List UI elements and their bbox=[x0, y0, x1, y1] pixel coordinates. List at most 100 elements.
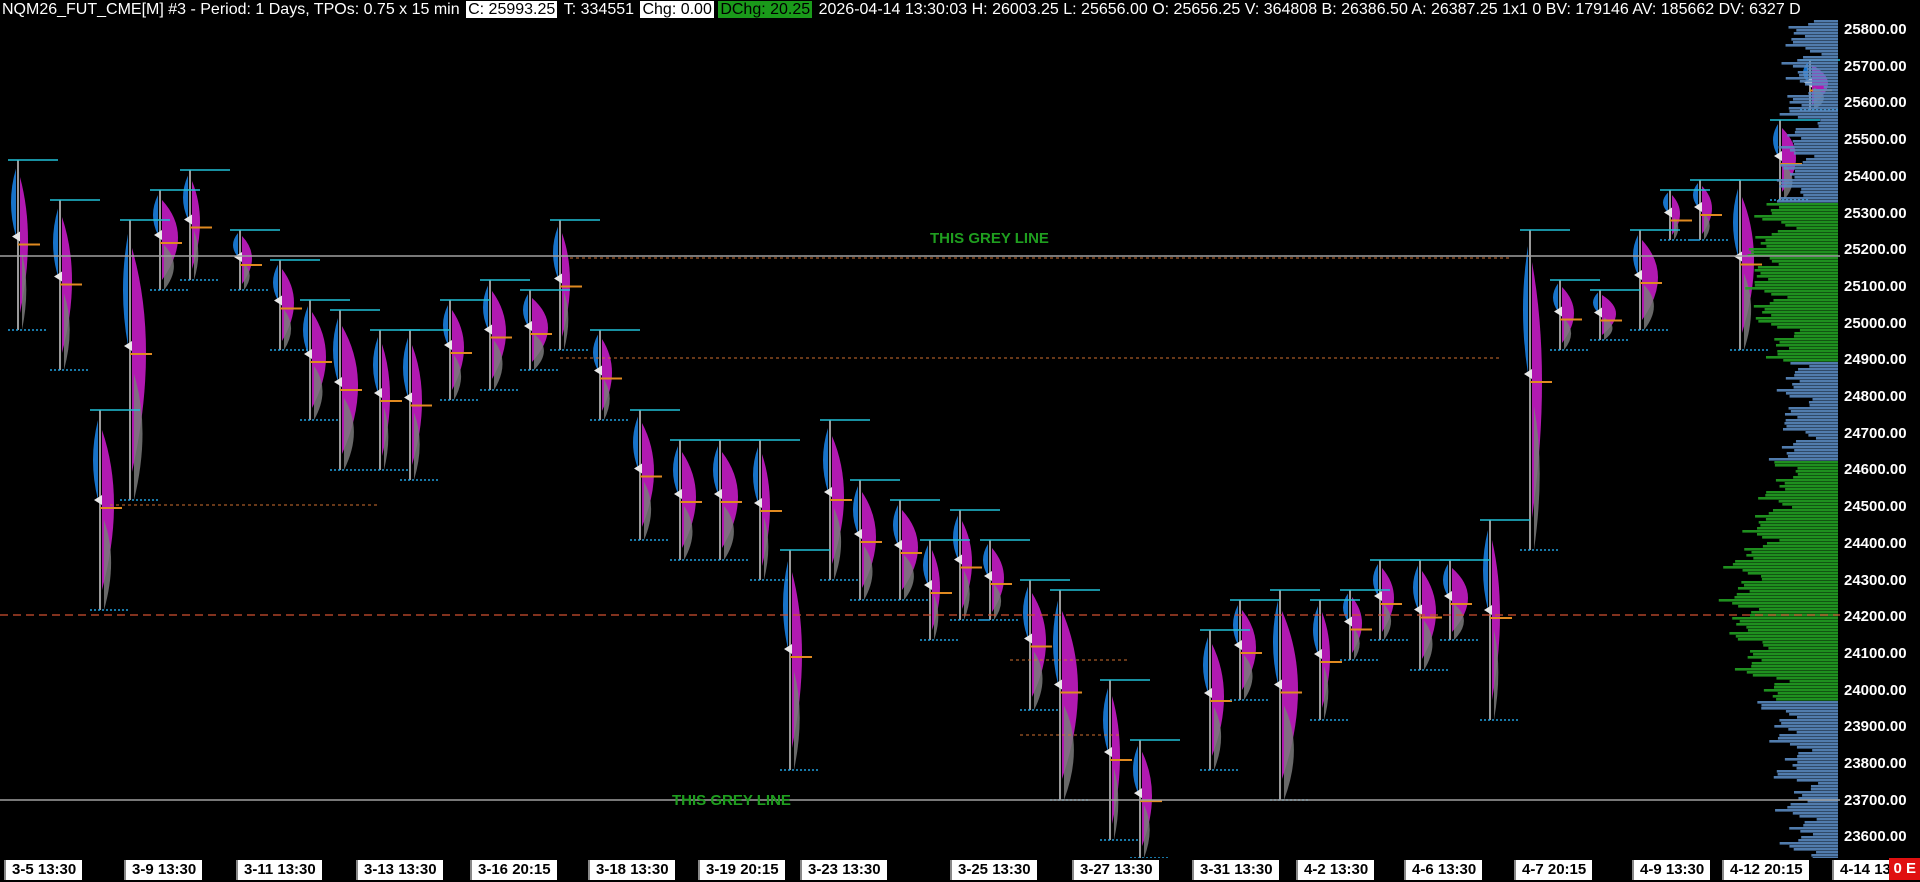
time-label: 4-2 13:30 bbox=[1296, 860, 1375, 880]
volume-bar bbox=[1795, 470, 1838, 473]
volume-bar bbox=[1736, 593, 1838, 596]
volume-bar bbox=[1774, 464, 1838, 467]
volume-bar bbox=[1813, 20, 1838, 23]
volume-bar bbox=[1812, 89, 1838, 92]
level-lines bbox=[8, 59, 1840, 858]
chart-area[interactable] bbox=[0, 0, 1840, 858]
status-tag: 0 E bbox=[1889, 858, 1920, 880]
volume-bar bbox=[1765, 356, 1838, 359]
tpo-blue-shape bbox=[1483, 530, 1488, 610]
time-label: 3-19 20:15 bbox=[698, 860, 785, 880]
volume-bar bbox=[1753, 653, 1838, 656]
volume-bar bbox=[1769, 302, 1838, 305]
price-label: 23800.00 bbox=[1844, 755, 1907, 772]
volume-bar bbox=[1790, 410, 1838, 413]
volume-bar bbox=[1741, 581, 1838, 584]
volume-bar bbox=[1718, 599, 1838, 602]
volume-bar bbox=[1794, 449, 1838, 452]
volume-bar bbox=[1761, 704, 1838, 707]
volume-bar bbox=[1792, 383, 1838, 386]
volume-bar bbox=[1798, 752, 1838, 755]
volume-bar bbox=[1784, 422, 1838, 425]
volume-bar bbox=[1762, 641, 1838, 644]
volume-bar bbox=[1785, 44, 1838, 47]
tpo-blue-shape bbox=[1693, 183, 1698, 207]
volume-bar bbox=[1778, 263, 1838, 266]
volume-bar bbox=[1737, 587, 1838, 590]
volume-bar bbox=[1789, 347, 1838, 350]
volume-bar bbox=[1781, 446, 1838, 449]
price-label: 25300.00 bbox=[1844, 204, 1907, 222]
price-label: 24700.00 bbox=[1844, 424, 1907, 442]
volume-bar bbox=[1808, 401, 1838, 404]
volume-bar bbox=[1777, 737, 1838, 740]
volume-bar bbox=[1765, 518, 1838, 521]
volume-bar bbox=[1771, 212, 1838, 215]
volume-bar bbox=[1775, 479, 1838, 482]
tpo-blue-shape bbox=[153, 195, 158, 235]
tpo-blue-shape bbox=[1443, 564, 1448, 596]
time-label: 4-6 13:30 bbox=[1404, 860, 1483, 880]
volume-bar bbox=[1799, 380, 1838, 383]
volume-bar bbox=[1789, 173, 1838, 176]
volume-bar bbox=[1751, 251, 1838, 254]
volume-bar bbox=[1818, 125, 1838, 128]
volume-bar bbox=[1796, 227, 1838, 230]
tpo-blue-shape bbox=[1733, 188, 1738, 257]
time-axis[interactable]: 3-5 13:30 3-9 13:30 3-11 13:30 3-13 13:30 3-… bbox=[0, 858, 1920, 882]
volume-bar bbox=[1787, 95, 1838, 98]
tpo-blue-shape bbox=[1343, 593, 1348, 622]
volume-bar bbox=[1781, 62, 1838, 65]
price-label: 24200.00 bbox=[1844, 608, 1907, 626]
tpo-blue-shape bbox=[93, 420, 98, 500]
volume-bar bbox=[1796, 779, 1838, 782]
volume-bar bbox=[1757, 527, 1838, 530]
volume-bar bbox=[1766, 245, 1838, 248]
price-label: 25600.00 bbox=[1844, 94, 1907, 112]
volume-bar bbox=[1785, 488, 1838, 491]
volume-bar bbox=[1732, 617, 1838, 620]
volume-bar bbox=[1732, 563, 1838, 566]
volume-bar bbox=[1800, 191, 1838, 194]
volume-bar bbox=[1793, 476, 1838, 479]
volume-bar bbox=[1793, 848, 1838, 851]
volume-bar bbox=[1786, 425, 1838, 428]
volume-bar bbox=[1807, 68, 1838, 71]
price-label: 25200.00 bbox=[1844, 241, 1907, 259]
volume-bar bbox=[1781, 722, 1838, 725]
volume-bar bbox=[1789, 713, 1838, 716]
volume-bar bbox=[1795, 440, 1838, 443]
volume-bar bbox=[1815, 437, 1838, 440]
volume-bar bbox=[1748, 248, 1838, 251]
tpo-blue-shape bbox=[303, 306, 308, 354]
volume-bar bbox=[1798, 839, 1838, 842]
volume-bar bbox=[1784, 413, 1838, 416]
volume-bar bbox=[1762, 311, 1838, 314]
volume-bar bbox=[1797, 761, 1838, 764]
volume-bar bbox=[1785, 392, 1838, 395]
price-label: 23700.00 bbox=[1844, 791, 1907, 809]
volume-bar bbox=[1734, 596, 1838, 599]
volume-bar bbox=[1757, 701, 1838, 704]
volume-bar bbox=[1777, 692, 1838, 695]
volume-bar bbox=[1771, 323, 1838, 326]
volume-bar bbox=[1779, 485, 1838, 488]
volume-bar bbox=[1804, 35, 1838, 38]
volume-bar bbox=[1744, 548, 1838, 551]
volume-bar bbox=[1789, 110, 1838, 113]
volume-bar bbox=[1743, 584, 1838, 587]
volume-bar bbox=[1789, 680, 1838, 683]
volume-bar bbox=[1792, 98, 1838, 101]
volume-bar bbox=[1779, 719, 1838, 722]
price-label: 24000.00 bbox=[1844, 681, 1907, 699]
tpo-blue-shape bbox=[373, 337, 378, 393]
volume-bar bbox=[1776, 677, 1838, 680]
volume-bar bbox=[1798, 797, 1838, 800]
volume-bar bbox=[1801, 188, 1838, 191]
tpo-blue-shape bbox=[1373, 564, 1378, 596]
volume-bar bbox=[1787, 296, 1838, 299]
volume-bar bbox=[1785, 224, 1838, 227]
price-label: 25000.00 bbox=[1844, 314, 1907, 332]
price-axis[interactable]: 25800.00 25700.00 25600.00 25500.00 25400.00… bbox=[1838, 0, 1920, 882]
volume-bar bbox=[1797, 71, 1838, 74]
